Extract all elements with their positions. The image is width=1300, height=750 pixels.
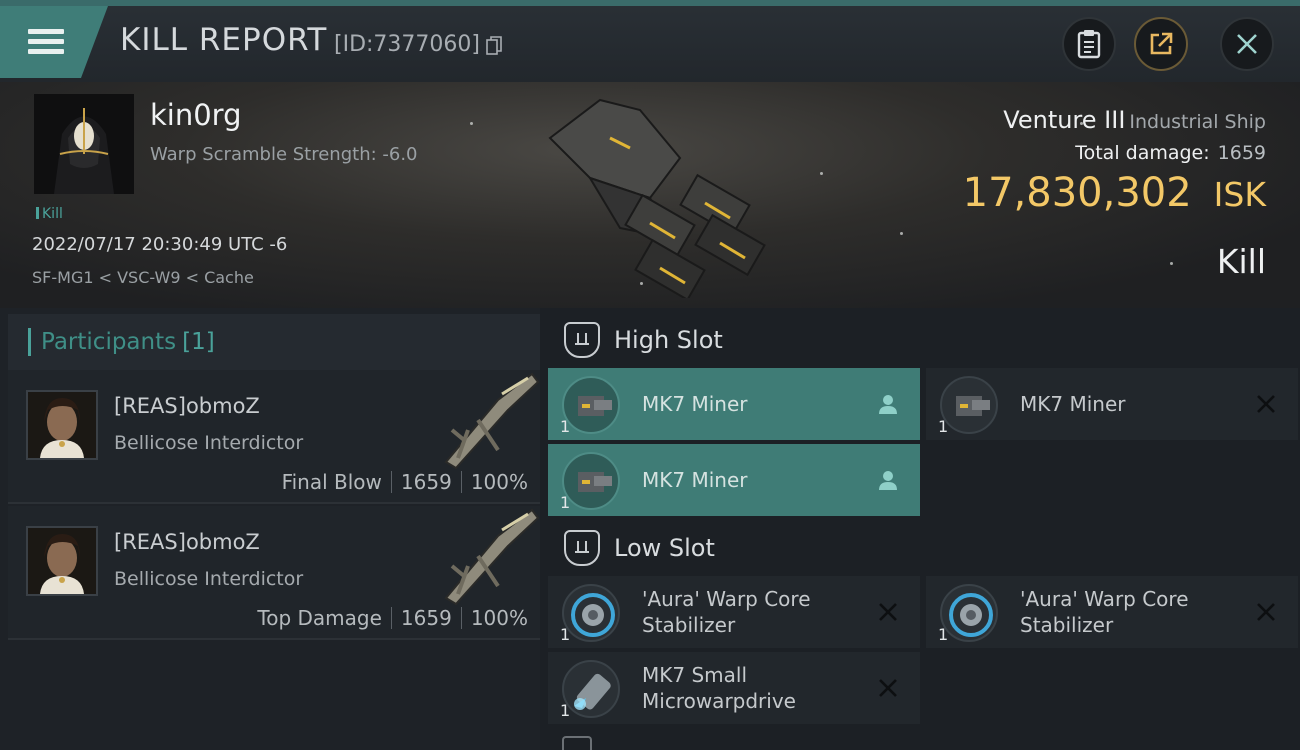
victim-banner: kin0rg Warp Scramble Strength: -6.0 Kill… [0, 82, 1300, 308]
module-name: 'Aura' Warp Core Stabilizer [1020, 587, 1189, 637]
low-slot-header: Low Slot [548, 520, 715, 576]
module-quantity: 1 [560, 625, 571, 644]
kill-location: SF-MG1 < VSC-W9 < Cache [32, 268, 254, 287]
person-icon [879, 471, 897, 490]
participant-damage: 1659 [400, 606, 452, 630]
low-slot-icon [564, 530, 600, 566]
clipboard-icon [1077, 30, 1101, 59]
participant-name[interactable]: [REAS]obmoZ [114, 394, 260, 418]
victim-pilot-name[interactable]: kin0rg [150, 98, 242, 132]
module-item[interactable]: 1 'Aura' Warp Core Stabilizer [548, 576, 920, 648]
module-item[interactable]: 1 MK7 Miner [548, 444, 920, 516]
destroyed-x-icon [1257, 395, 1275, 413]
module-item[interactable]: 1 'Aura' Warp Core Stabilizer [926, 576, 1298, 648]
participant-percent: 100% [470, 606, 528, 630]
person-icon [879, 395, 897, 414]
participant-card[interactable]: [REAS]obmoZ Bellicose Interdictor Top Da… [8, 506, 540, 640]
kill-timestamp: 2022/07/17 20:30:49 UTC -6 [32, 234, 288, 255]
module-quantity: 1 [560, 701, 571, 720]
destroyed-x-icon [879, 603, 897, 621]
participants-panel: Participants [1] [REAS]obmoZ Bellicose I… [0, 308, 540, 750]
victim-ship-image[interactable] [530, 88, 780, 298]
module-quantity: 1 [560, 417, 571, 436]
menu-button[interactable] [0, 6, 108, 78]
kill-tag: Kill [36, 206, 63, 222]
miner-icon [562, 452, 620, 510]
participant-ship-image [444, 372, 540, 470]
participants-count: [1] [182, 329, 215, 355]
total-damage: Total damage: 1659 [1075, 142, 1266, 164]
participant-avatar[interactable] [26, 526, 98, 596]
high-slot-icon [564, 322, 600, 358]
participant-role: Top Damage [257, 606, 382, 630]
victim-avatar[interactable] [34, 94, 134, 194]
destroyed-x-icon [1257, 603, 1275, 621]
module-quantity: 1 [560, 493, 571, 512]
module-quantity: 1 [938, 417, 949, 436]
warp-scramble-strength: Warp Scramble Strength: -6.0 [150, 144, 418, 165]
isk-amount: 17,830,302 [962, 170, 1192, 216]
miner-icon [940, 376, 998, 434]
module-name: MK7 Miner [1020, 392, 1126, 416]
copy-icon[interactable] [486, 36, 502, 56]
participant-stats: Top Damage 1659 100% [257, 606, 528, 630]
participant-ship-image [444, 508, 540, 606]
header-bar: KILL REPORT [ID:7377060] [0, 0, 1300, 82]
participants-accent-bar [28, 328, 31, 356]
victim-ship-name[interactable]: Venture III [1003, 106, 1125, 134]
participant-card[interactable]: [REAS]obmoZ Bellicose Interdictor Final … [8, 370, 540, 504]
participant-avatar[interactable] [26, 390, 98, 460]
low-slot-title: Low Slot [614, 534, 715, 562]
participant-role: Final Blow [281, 470, 382, 494]
total-damage-value: 1659 [1217, 142, 1266, 164]
warp-core-stabilizer-icon [940, 584, 998, 642]
clipboard-button[interactable] [1062, 17, 1116, 71]
victim-ship-class: Industrial Ship [1129, 111, 1266, 133]
warp-core-stabilizer-icon [562, 584, 620, 642]
destroyed-x-icon [879, 679, 897, 697]
total-damage-label: Total damage: [1075, 142, 1210, 164]
close-button[interactable] [1220, 17, 1274, 71]
share-button[interactable] [1134, 17, 1188, 71]
module-name: MK7 Miner [642, 468, 748, 492]
participant-percent: 100% [470, 470, 528, 494]
kill-result: Kill [1216, 242, 1266, 281]
participants-title: Participants [41, 329, 177, 355]
microwarpdrive-icon [562, 660, 620, 718]
high-slot-header: High Slot [548, 312, 723, 368]
participant-name[interactable]: [REAS]obmoZ [114, 530, 260, 554]
high-slot-title: High Slot [614, 326, 723, 354]
module-item[interactable]: 1 MK7 Small Microwarpdrive [548, 652, 920, 724]
module-quantity: 1 [938, 625, 949, 644]
header-accent-line [0, 0, 1300, 6]
isk-unit: ISK [1213, 175, 1266, 214]
victim-ship-info: Venture III Industrial Ship [1003, 106, 1266, 134]
page-title: KILL REPORT [120, 22, 328, 58]
hamburger-icon [28, 29, 64, 55]
isk-value: 17,830,302 ISK [963, 170, 1266, 216]
report-id: [ID:7377060] [334, 32, 480, 57]
participant-ship: Bellicose Interdictor [114, 432, 304, 454]
module-name: MK7 Miner [642, 392, 748, 416]
module-name: 'Aura' Warp Core Stabilizer [642, 587, 811, 637]
next-slot-icon [562, 736, 592, 750]
participant-stats: Final Blow 1659 100% [282, 470, 528, 494]
module-item[interactable]: 1 MK7 Miner [926, 368, 1298, 440]
fitting-panel: High Slot 1 MK7 Miner 1 MK7 Miner 1 MK7 … [540, 308, 1300, 750]
module-name: MK7 Small Microwarpdrive [642, 663, 796, 713]
close-icon [1237, 34, 1257, 54]
share-icon [1150, 32, 1173, 55]
participant-damage: 1659 [400, 470, 452, 494]
participants-header: Participants [1] [8, 314, 540, 370]
participant-ship: Bellicose Interdictor [114, 568, 304, 590]
miner-icon [562, 376, 620, 434]
module-item[interactable]: 1 MK7 Miner [548, 368, 920, 440]
